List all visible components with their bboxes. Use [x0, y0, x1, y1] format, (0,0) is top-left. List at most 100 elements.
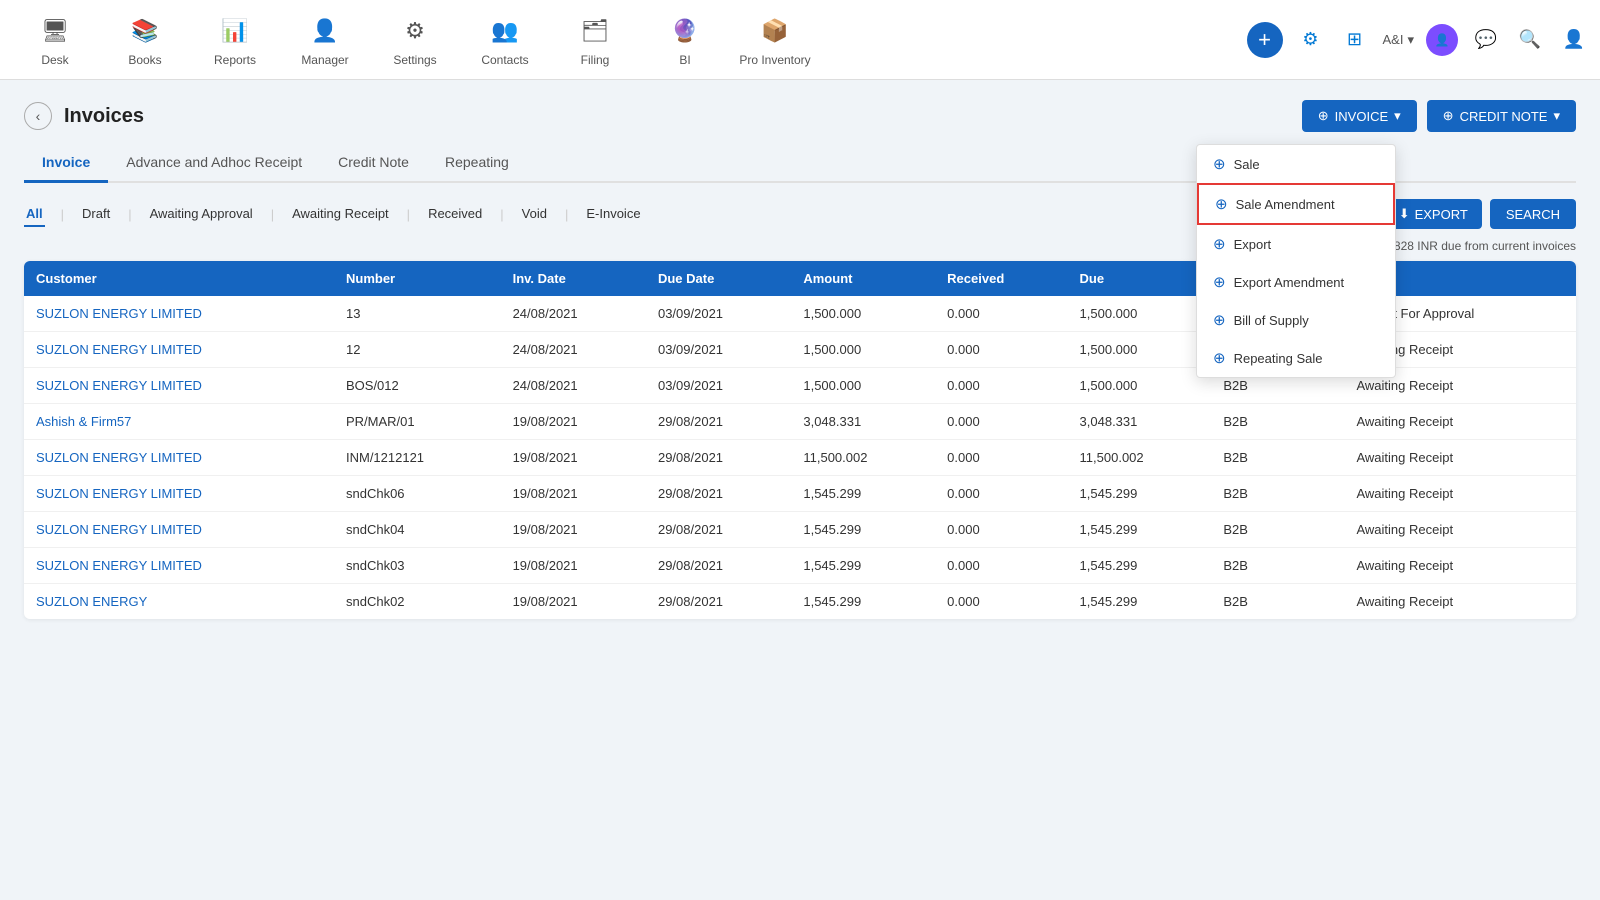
credit-note-plus-icon: ⊕	[1443, 108, 1454, 124]
back-button[interactable]: ‹	[24, 102, 52, 130]
avatar: 👤	[1426, 24, 1458, 56]
nav-manager[interactable]: 👤 Manager	[280, 0, 370, 80]
cell-due-date: 29/08/2021	[646, 404, 791, 440]
cell-number: 12	[334, 332, 501, 368]
filter-e-invoice[interactable]: E-Invoice	[584, 202, 642, 227]
cell-customer[interactable]: SUZLON ENERGY LIMITED	[24, 332, 334, 368]
cell-status: Awaiting Receipt	[1344, 404, 1576, 440]
pro-inventory-icon: 📦	[757, 13, 793, 49]
nav-bi[interactable]: 🔮 BI	[640, 0, 730, 80]
cell-inv-date: 24/08/2021	[501, 332, 646, 368]
cell-inv-date: 19/08/2021	[501, 584, 646, 620]
customer-link[interactable]: SUZLON ENERGY LIMITED	[36, 378, 202, 393]
filter-all[interactable]: All	[24, 202, 45, 227]
dropdown-bill-of-supply[interactable]: ⊕ Bill of Supply	[1197, 301, 1395, 339]
cell-number: sndChk06	[334, 476, 501, 512]
cell-inv-date: 24/08/2021	[501, 368, 646, 404]
cell-received: 0.000	[935, 332, 1067, 368]
apps-icon[interactable]: ⊞	[1339, 24, 1371, 56]
nav-bi-label: BI	[679, 53, 690, 67]
customer-link[interactable]: SUZLON ENERGY LIMITED	[36, 342, 202, 357]
filter-awaiting-approval[interactable]: Awaiting Approval	[148, 202, 255, 227]
nav-settings[interactable]: ⚙ Settings	[370, 0, 460, 80]
cell-doc-type: B2B	[1211, 404, 1344, 440]
filter-draft[interactable]: Draft	[80, 202, 112, 227]
cell-due: 1,545.299	[1068, 512, 1212, 548]
filter-received[interactable]: Received	[426, 202, 484, 227]
dropdown-export-amendment[interactable]: ⊕ Export Amendment	[1197, 263, 1395, 301]
tab-invoice[interactable]: Invoice	[24, 144, 108, 183]
cell-customer[interactable]: SUZLON ENERGY LIMITED	[24, 440, 334, 476]
nav-filing[interactable]: 🗂 Filing	[550, 0, 640, 80]
nav-books[interactable]: 📚 Books	[100, 0, 190, 80]
tab-advance[interactable]: Advance and Adhoc Receipt	[108, 144, 320, 183]
customer-link[interactable]: SUZLON ENERGY LIMITED	[36, 558, 202, 573]
cell-customer[interactable]: SUZLON ENERGY	[24, 584, 334, 620]
nav-desk[interactable]: 🖥 Desk	[10, 0, 100, 80]
nav-manager-label: Manager	[301, 53, 348, 67]
cell-amount: 1,500.000	[791, 368, 935, 404]
search-icon[interactable]: 🔍	[1514, 24, 1546, 56]
cell-customer[interactable]: SUZLON ENERGY LIMITED	[24, 296, 334, 332]
dropdown-sale[interactable]: ⊕ Sale	[1197, 145, 1395, 183]
credit-note-button[interactable]: ⊕ CREDIT NOTE ▾	[1427, 100, 1576, 132]
customer-link[interactable]: SUZLON ENERGY LIMITED	[36, 306, 202, 321]
customer-link[interactable]: Ashish & Firm57	[36, 414, 131, 429]
cell-due-date: 29/08/2021	[646, 476, 791, 512]
export-button[interactable]: ⬇ EXPORT	[1385, 199, 1482, 229]
invoice-button[interactable]: ⊕ INVOICE ▾	[1302, 100, 1417, 132]
filter-void[interactable]: Void	[520, 202, 549, 227]
notification-icon[interactable]: 💬	[1470, 24, 1502, 56]
cell-due-date: 03/09/2021	[646, 368, 791, 404]
col-inv-date: Inv. Date	[501, 261, 646, 296]
col-customer: Customer	[24, 261, 334, 296]
cell-customer[interactable]: SUZLON ENERGY LIMITED	[24, 368, 334, 404]
page-title: Invoices	[64, 105, 144, 128]
sale-amendment-plus-icon: ⊕	[1215, 195, 1228, 213]
col-due-date: Due Date	[646, 261, 791, 296]
filter-awaiting-receipt[interactable]: Awaiting Receipt	[290, 202, 391, 227]
table-row: SUZLON ENERGY LIMITED sndChk06 19/08/202…	[24, 476, 1576, 512]
export-icon: ⬇	[1399, 206, 1410, 222]
desk-icon: 🖥	[37, 13, 73, 49]
nav-pro-inventory[interactable]: 📦 Pro Inventory	[730, 0, 820, 80]
cell-amount: 3,048.331	[791, 404, 935, 440]
cell-customer[interactable]: Ashish & Firm57	[24, 404, 334, 440]
cell-amount: 1,500.000	[791, 296, 935, 332]
cell-amount: 1,545.299	[791, 476, 935, 512]
dropdown-export[interactable]: ⊕ Export	[1197, 225, 1395, 263]
customer-link[interactable]: SUZLON ENERGY LIMITED	[36, 486, 202, 501]
dropdown-sale-amendment[interactable]: ⊕ Sale Amendment	[1197, 183, 1395, 225]
customer-link[interactable]: SUZLON ENERGY LIMITED	[36, 450, 202, 465]
cell-customer[interactable]: SUZLON ENERGY LIMITED	[24, 476, 334, 512]
add-button[interactable]: +	[1247, 22, 1283, 58]
user-menu-button[interactable]: A&I ▾	[1383, 32, 1415, 48]
customer-link[interactable]: SUZLON ENERGY LIMITED	[36, 522, 202, 537]
reports-icon: 📊	[217, 13, 253, 49]
cell-customer[interactable]: SUZLON ENERGY LIMITED	[24, 548, 334, 584]
invoice-plus-icon: ⊕	[1318, 108, 1329, 124]
cell-due: 1,545.299	[1068, 548, 1212, 584]
customer-link[interactable]: SUZLON ENERGY	[36, 594, 147, 609]
nav-contacts[interactable]: 👥 Contacts	[460, 0, 550, 80]
nav-pro-inventory-label: Pro Inventory	[739, 53, 810, 67]
dropdown-repeating-sale[interactable]: ⊕ Repeating Sale	[1197, 339, 1395, 377]
tab-repeating[interactable]: Repeating	[427, 144, 527, 183]
col-number: Number	[334, 261, 501, 296]
cell-number: 13	[334, 296, 501, 332]
cell-due-date: 03/09/2021	[646, 296, 791, 332]
page-header: ‹ Invoices ⊕ INVOICE ▾ ⊕ Sale ⊕ Sale Ame…	[24, 100, 1576, 132]
gear-icon[interactable]: ⚙	[1295, 24, 1327, 56]
tab-credit-note[interactable]: Credit Note	[320, 144, 427, 183]
cell-amount: 1,545.299	[791, 584, 935, 620]
cell-status: Awaiting Receipt	[1344, 476, 1576, 512]
cell-received: 0.000	[935, 440, 1067, 476]
nav-desk-label: Desk	[41, 53, 68, 67]
nav-reports[interactable]: 📊 Reports	[190, 0, 280, 80]
nav-books-label: Books	[128, 53, 161, 67]
cell-customer[interactable]: SUZLON ENERGY LIMITED	[24, 512, 334, 548]
cell-number: INM/1212121	[334, 440, 501, 476]
cell-amount: 1,545.299	[791, 548, 935, 584]
search-button[interactable]: SEARCH	[1490, 199, 1576, 229]
profile-icon[interactable]: 👤	[1558, 24, 1590, 56]
